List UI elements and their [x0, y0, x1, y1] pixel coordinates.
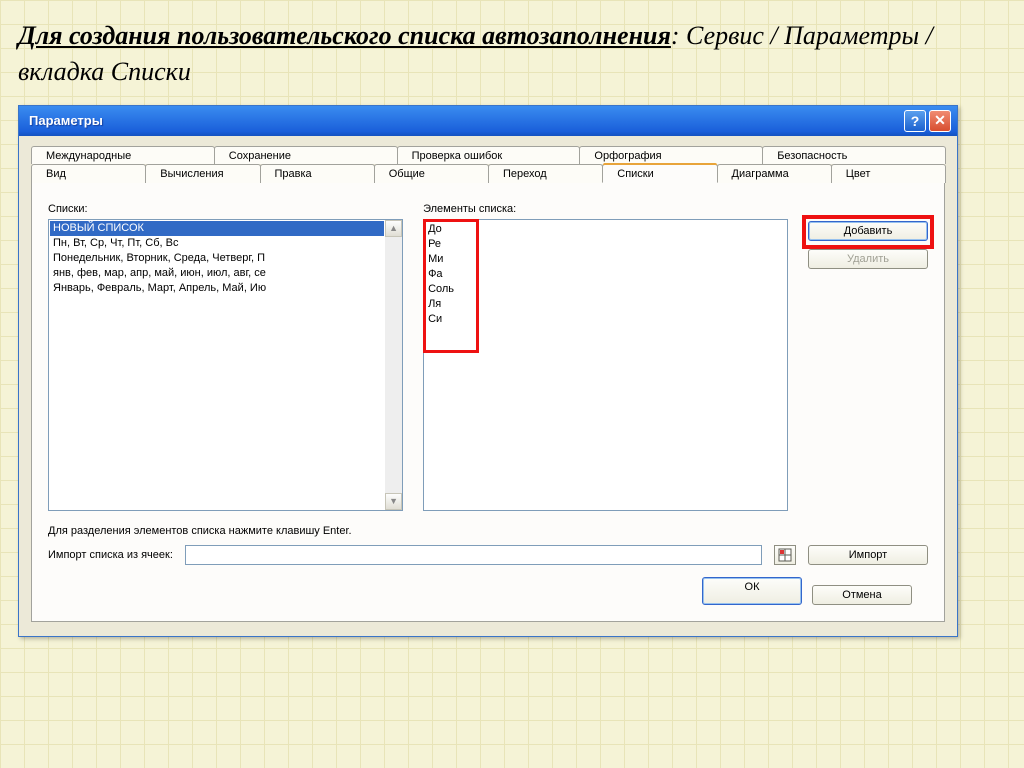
hint-text: Для разделения элементов списка нажмите … [48, 525, 928, 537]
col-buttons: Добавить Удалить [808, 203, 928, 511]
tab-диаграмма[interactable]: Диаграмма [717, 164, 832, 183]
tab-проверка-ошибок[interactable]: Проверка ошибок [397, 146, 581, 164]
add-button[interactable]: Добавить [808, 221, 928, 241]
tab-списки[interactable]: Списки [602, 164, 717, 183]
window-title: Параметры [29, 113, 901, 128]
list-item[interactable]: НОВЫЙ СПИСОК [50, 221, 384, 236]
tab-правка[interactable]: Правка [260, 164, 375, 183]
cancel-button[interactable]: Отмена [812, 585, 912, 605]
tab-panel-lists: Списки: НОВЫЙ СПИСОКПн, Вт, Ср, Чт, Пт, … [31, 182, 945, 622]
list-item[interactable]: Пн, Вт, Ср, Чт, Пт, Сб, Вс [50, 236, 384, 251]
lists-scrollbar[interactable]: ▲ ▼ [385, 220, 402, 510]
tab-орфография[interactable]: Орфография [579, 146, 763, 164]
titlebar: Параметры ? ✕ [19, 106, 957, 136]
lists-label: Списки: [48, 203, 403, 215]
col-elements: Элементы списка: [423, 203, 788, 511]
col-lists: Списки: НОВЫЙ СПИСОКПн, Вт, Ср, Чт, Пт, … [48, 203, 403, 511]
list-item[interactable]: Январь, Февраль, Март, Апрель, Май, Ию [50, 281, 384, 296]
tab-безопасность[interactable]: Безопасность [762, 146, 946, 164]
tab-переход[interactable]: Переход [488, 164, 603, 183]
list-item[interactable]: Понедельник, Вторник, Среда, Четверг, П [50, 251, 384, 266]
tab-цвет[interactable]: Цвет [831, 164, 946, 183]
elements-textarea[interactable] [423, 219, 788, 511]
dialog-body: МеждународныеСохранениеПроверка ошибокОр… [19, 136, 957, 636]
lists-box[interactable]: НОВЫЙ СПИСОКПн, Вт, Ср, Чт, Пт, Сб, ВсПо… [48, 219, 403, 511]
page-heading: Для создания пользовательского списка ав… [18, 18, 1006, 91]
tab-вычисления[interactable]: Вычисления [145, 164, 260, 183]
scroll-up-icon[interactable]: ▲ [385, 220, 402, 237]
tab-вид[interactable]: Вид [31, 164, 146, 183]
options-dialog: Параметры ? ✕ МеждународныеСохранениеПро… [18, 105, 958, 637]
range-picker-button[interactable] [774, 545, 796, 565]
scroll-down-icon[interactable]: ▼ [385, 493, 402, 510]
tab-сохранение[interactable]: Сохранение [214, 146, 398, 164]
elements-label: Элементы списка: [423, 203, 788, 215]
tabs: МеждународныеСохранениеПроверка ошибокОр… [31, 146, 945, 183]
help-button[interactable]: ? [904, 110, 926, 132]
range-picker-icon [778, 548, 792, 562]
tab-международные[interactable]: Международные [31, 146, 215, 164]
import-label: Импорт списка из ячеек: [48, 549, 173, 561]
import-range-input[interactable] [185, 545, 762, 565]
list-item[interactable]: янв, фев, мар, апр, май, июн, июл, авг, … [50, 266, 384, 281]
tab-общие[interactable]: Общие [374, 164, 489, 183]
ok-button[interactable]: ОК [702, 577, 802, 605]
import-row: Импорт списка из ячеек: Импорт [48, 545, 928, 565]
import-button[interactable]: Импорт [808, 545, 928, 565]
heading-emph: Для создания пользовательского списка ав… [18, 21, 671, 50]
close-button[interactable]: ✕ [929, 110, 951, 132]
delete-button: Удалить [808, 249, 928, 269]
